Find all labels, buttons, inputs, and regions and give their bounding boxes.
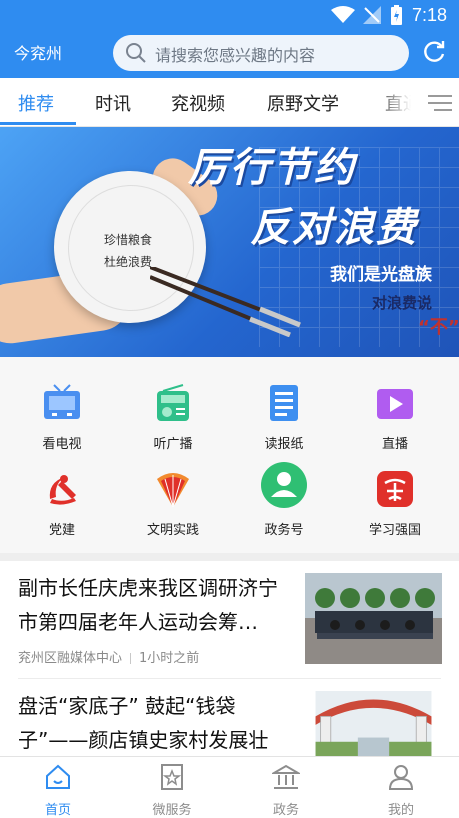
banner-slogan-1: 厉行节约 [188,144,356,191]
nav-microservice[interactable]: 微服务 [132,763,212,818]
nav-label: 我的 [387,803,414,818]
shortcut-party[interactable]: 党建 [7,469,117,538]
radio-icon [157,384,189,421]
shortcut-xuexi[interactable]: 学习强国 [340,469,450,538]
nav-label: 首页 [44,803,71,818]
shortcut-civilization[interactable]: 文明实践 [118,469,228,538]
banner-slogan-2: 反对浪费 [250,204,418,251]
shortcut-label: 读报纸 [264,437,304,452]
shortcut-grid: 看电视 听广播 读报纸 直播 党建 文明实践 政务号 学习强国 [0,357,459,553]
tab-recommend[interactable]: 推荐 [18,90,54,116]
shortcut-government-account[interactable]: 政务号 [229,461,339,538]
party-emblem-icon [49,475,76,505]
fan-icon [157,473,189,508]
shortcut-newspaper[interactable]: 读报纸 [229,383,339,452]
tab-news[interactable]: 时讯 [95,90,131,116]
section-divider [0,553,459,561]
nav-label: 微服务 [152,803,192,818]
shortcut-label: 看电视 [42,437,82,452]
nav-government[interactable]: 政务 [246,763,326,818]
news-source: 兖州区融媒体中心 [18,651,123,666]
news-time: 1小时之前 [139,651,200,666]
search-bar[interactable]: 请搜索您感兴趣的内容 [113,35,409,71]
shortcut-label: 直播 [381,437,408,452]
nav-label: 政务 [272,803,299,818]
home-icon [46,764,70,789]
no-signal-icon [363,6,381,24]
wifi-icon [331,6,355,23]
refresh-icon[interactable] [421,39,447,65]
search-icon [126,43,146,63]
shortcut-label: 学习强国 [368,523,421,538]
news-item[interactable]: 盘活“家底子” 鼓起“钱袋子”——颜店镇史家村发展壮大… [0,679,459,786]
meta-separator [130,653,132,664]
star-bookmark-icon [161,764,183,790]
shortcut-live[interactable]: 直播 [340,383,450,452]
shortcut-tv[interactable]: 看电视 [7,383,117,452]
search-placeholder: 请搜索您感兴趣的内容 [155,46,316,65]
profile-icon [388,765,414,790]
video-icon [377,389,413,419]
shortcut-label: 政务号 [264,523,304,538]
menu-icon[interactable] [428,94,452,112]
news-meta: 兖州区融媒体中心 1小时之前 [18,647,199,666]
news-item[interactable]: 副市长任庆虎来我区调研济宁市第四届老年人运动会筹… 兖州区融媒体中心 1小时之前 [0,561,459,678]
status-time: 7:18 [411,5,447,25]
channel-tabs: 推荐 时讯 兖视频 原野文学 直通 [0,78,459,127]
tab-video[interactable]: 兖视频 [171,90,225,116]
banner-slogan-5: “不” [418,317,459,338]
news-thumbnail [305,573,442,664]
news-title: 副市长任庆虎来我区调研济宁市第四届老年人运动会筹… [18,576,278,634]
government-icon [270,764,302,789]
chopsticks-image [150,267,301,337]
banner-slogan-3: 我们是光盘族 [330,265,432,285]
plate-line-1: 珍惜粮食 [104,233,153,247]
battery-charging-icon [391,5,402,25]
user-badge-icon [261,462,307,508]
newspaper-icon [270,385,298,421]
shortcut-label: 听广播 [153,437,193,452]
nav-mine[interactable]: 我的 [361,763,441,818]
bottom-nav: 首页 微服务 政务 我的 [0,756,459,818]
shortcut-label: 党建 [48,523,75,538]
tab-literature[interactable]: 原野文学 [267,90,339,116]
top-bar: 今兖州 请搜索您感兴趣的内容 [0,30,459,78]
nav-home[interactable]: 首页 [18,763,98,818]
city-label[interactable]: 今兖州 [14,40,62,64]
shortcut-radio[interactable]: 听广播 [118,383,228,452]
promo-banner[interactable]: 珍惜粮食 杜绝浪费 厉行节约 反对浪费 我们是光盘族 对浪费说 “不” [0,127,459,357]
shortcut-label: 文明实践 [146,523,199,538]
tab-active-indicator [0,122,76,125]
tv-icon [44,384,80,419]
banner-slogan-4: 对浪费说 [372,294,433,312]
status-bar: 7:18 [0,0,459,30]
xuexi-icon [377,471,413,507]
